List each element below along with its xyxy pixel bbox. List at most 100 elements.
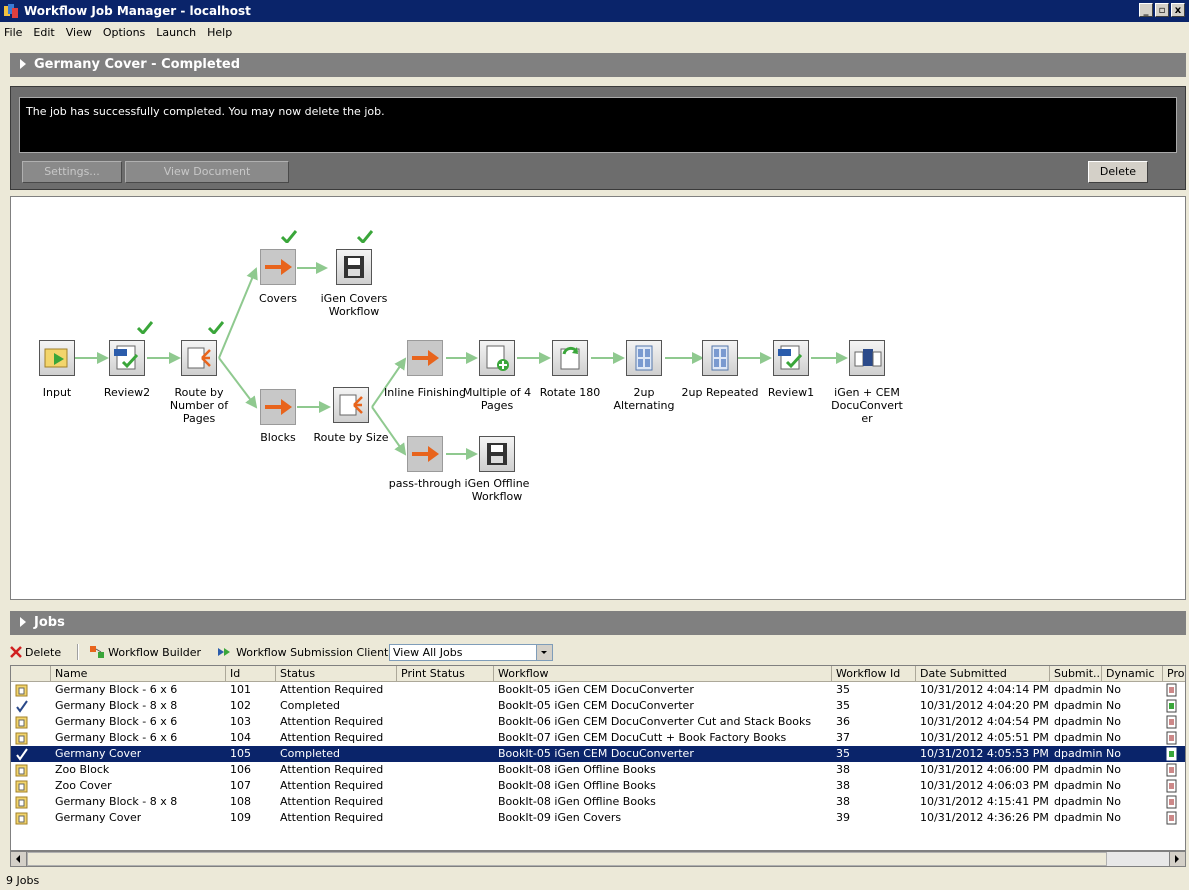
table-row[interactable]: Germany Block - 6 x 6 104 Attention Requir… — [11, 730, 1185, 746]
cell-submitter: dpadmin — [1054, 795, 1103, 808]
menu-help[interactable]: Help — [207, 26, 232, 39]
cell-status: Completed — [280, 747, 340, 760]
col-dynamic[interactable]: Dynamic — [1102, 666, 1163, 682]
cell-name: Germany Block - 8 x 8 — [55, 699, 178, 712]
table-row[interactable]: Germany Cover 109 Attention Required BookIt… — [11, 810, 1185, 826]
table-row[interactable]: Germany Block - 6 x 6 101 Attention Requir… — [11, 682, 1185, 698]
menu-file[interactable]: File — [4, 26, 22, 39]
node-route-size[interactable] — [333, 387, 369, 423]
col-name[interactable]: Name — [51, 666, 226, 682]
view-document-button[interactable]: View Document — [125, 161, 289, 183]
menu-edit[interactable]: Edit — [33, 26, 54, 39]
node-2up-repeated[interactable] — [702, 340, 738, 376]
cell-workflow: BookIt-08 iGen Offline Books — [498, 779, 656, 792]
node-blocks-label: Blocks — [260, 431, 296, 444]
node-inline-finishing[interactable] — [407, 340, 443, 376]
cell-date: 10/31/2012 4:06:00 PM — [920, 763, 1049, 776]
workflow-canvas: Input Review2 Route by Number of Pages C… — [10, 196, 1186, 600]
node-docuconverter[interactable] — [849, 340, 885, 376]
cell-id: 105 — [230, 747, 251, 760]
chevron-down-icon[interactable] — [536, 645, 552, 660]
cell-date: 10/31/2012 4:36:26 PM — [920, 811, 1049, 824]
workflow-submission-button[interactable]: Workflow Submission Client — [217, 645, 388, 659]
node-igen-offline[interactable] — [479, 436, 515, 472]
node-multiple-of-4[interactable] — [479, 340, 515, 376]
node-rotate-180[interactable] — [552, 340, 588, 376]
table-row[interactable]: Zoo Block 106 Attention Required BookIt-08 … — [11, 762, 1185, 778]
cell-status: Attention Required — [280, 683, 384, 696]
node-2up-alternating[interactable] — [626, 340, 662, 376]
save-disk-icon — [487, 443, 507, 465]
node-route-pages[interactable] — [181, 340, 217, 376]
job-section-header[interactable]: Germany Cover - Completed — [10, 53, 1186, 77]
orange-arrow-icon — [412, 446, 439, 462]
cell-name: Germany Cover — [55, 811, 142, 824]
table-row[interactable]: Germany Cover 105 Completed BookIt-05 iGen … — [11, 746, 1185, 762]
col-workflow-id[interactable]: Workflow Id — [832, 666, 916, 682]
node-blocks[interactable] — [260, 389, 296, 425]
cell-workflow: BookIt-08 iGen Offline Books — [498, 763, 656, 776]
node-review2[interactable] — [109, 340, 145, 376]
node-igen-covers[interactable] — [336, 249, 372, 285]
toolbar-separator — [77, 644, 80, 660]
job-section-title: Germany Cover - Completed — [34, 57, 241, 72]
process-icon — [1166, 730, 1185, 746]
save-disk-icon — [344, 256, 364, 278]
completed-check-icon — [281, 230, 297, 243]
workflow-builder-label: Workflow Builder — [108, 645, 202, 659]
jobs-section-header[interactable]: Jobs — [10, 611, 1186, 635]
col-status[interactable]: Status — [276, 666, 397, 682]
node-pass-through[interactable] — [407, 436, 443, 472]
table-row[interactable]: Germany Block - 8 x 8 108 Attention Requir… — [11, 794, 1185, 810]
table-row[interactable]: Germany Block - 6 x 6 103 Attention Requir… — [11, 714, 1185, 730]
job-message: The job has successfully completed. You … — [19, 97, 1177, 153]
cell-workflow-id: 36 — [836, 715, 850, 728]
orange-arrow-icon — [265, 259, 292, 275]
cell-print-status — [397, 794, 401, 810]
node-review1-label: Review1 — [767, 386, 815, 399]
col-pro[interactable]: Pro — [1163, 666, 1185, 682]
job-filter-select[interactable]: View All Jobs — [389, 644, 553, 661]
minimize-button[interactable]: _ — [1139, 3, 1153, 17]
cell-date: 10/31/2012 4:06:03 PM — [920, 779, 1049, 792]
close-button[interactable]: x — [1171, 3, 1185, 17]
cell-dynamic: No — [1106, 763, 1121, 776]
cell-date: 10/31/2012 4:05:51 PM — [920, 731, 1049, 744]
col-date-submitted[interactable]: Date Submitted — [916, 666, 1050, 682]
col-workflow[interactable]: Workflow — [494, 666, 832, 682]
col-id[interactable]: Id — [226, 666, 276, 682]
maximize-button[interactable]: ▫ — [1155, 3, 1169, 17]
pdf-review-icon — [778, 345, 803, 370]
col-submitter[interactable]: Submit... — [1050, 666, 1102, 682]
col-print-status[interactable]: Print Status — [397, 666, 494, 682]
delete-job-button[interactable]: Delete — [1088, 161, 1148, 183]
workflow-builder-button[interactable]: Workflow Builder — [89, 645, 201, 659]
process-icon — [1166, 778, 1185, 794]
menu-options[interactable]: Options — [103, 26, 145, 39]
scroll-right-button[interactable] — [1169, 852, 1185, 866]
node-rotate-180-label: Rotate 180 — [539, 386, 601, 399]
cell-submitter: dpadmin — [1054, 699, 1103, 712]
process-icon — [1166, 682, 1185, 698]
delete-jobs-button[interactable]: Delete — [10, 646, 61, 659]
cell-name: Germany Block - 6 x 6 — [55, 715, 178, 728]
horizontal-scrollbar[interactable] — [10, 851, 1186, 867]
scroll-thumb[interactable] — [27, 852, 1107, 866]
node-review1[interactable] — [773, 340, 809, 376]
cell-workflow-id: 35 — [836, 747, 850, 760]
scroll-left-button[interactable] — [11, 852, 27, 866]
table-row[interactable]: Zoo Cover 107 Attention Required BookIt-08 … — [11, 778, 1185, 794]
node-covers[interactable] — [260, 249, 296, 285]
cell-date: 10/31/2012 4:04:20 PM — [920, 699, 1049, 712]
menu-view[interactable]: View — [66, 26, 92, 39]
settings-button[interactable]: Settings... — [22, 161, 122, 183]
cell-workflow-id: 38 — [836, 763, 850, 776]
cell-print-status — [397, 810, 401, 826]
job-folder-icon — [11, 762, 31, 778]
menu-launch[interactable]: Launch — [156, 26, 196, 39]
cell-status: Attention Required — [280, 715, 384, 728]
process-icon — [1166, 698, 1185, 714]
cell-name: Zoo Cover — [55, 779, 112, 792]
node-input[interactable] — [39, 340, 75, 376]
table-row[interactable]: Germany Block - 8 x 8 102 Completed BookIt-… — [11, 698, 1185, 714]
